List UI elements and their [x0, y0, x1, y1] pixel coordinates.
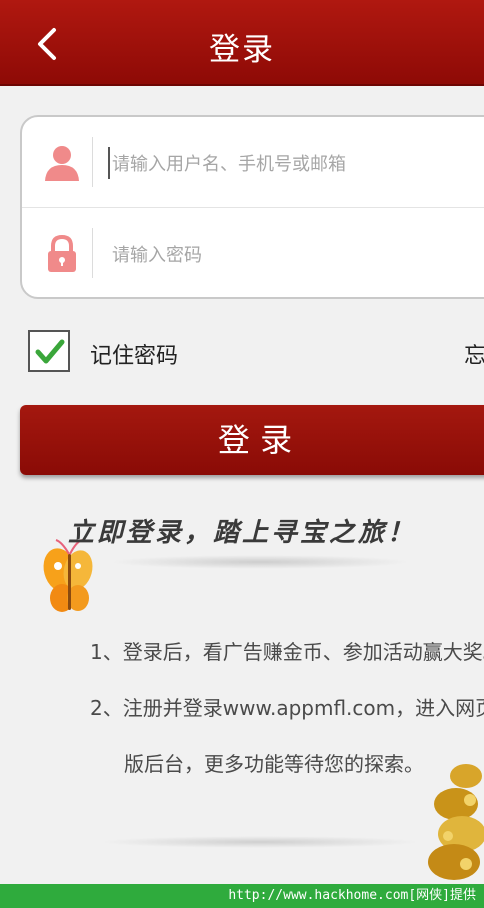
login-button[interactable]: 登 录 — [20, 405, 484, 475]
promo-underline — [110, 555, 410, 569]
remember-label: 记住密码 — [90, 344, 179, 369]
forgot-password-link[interactable]: 忘 — [464, 338, 484, 370]
remember-checkbox[interactable] — [28, 330, 70, 372]
promo-headline: 立即登录，踏上寻宝之旅！ — [67, 518, 416, 548]
field-separator — [92, 137, 93, 187]
info-line-1: 1、登录后，看广告赚金币、参加活动赢大奖。 — [90, 640, 484, 664]
gold-coins-illustration — [428, 764, 484, 880]
username-row — [22, 117, 484, 208]
bottom-divider — [100, 836, 420, 848]
watermark-bar: http://www.hackhome.com[网侠]提供 — [0, 884, 484, 908]
info-line-2: 2、注册并登录www.appmfl.com，进入网页 — [90, 696, 484, 720]
page-title: 登录 — [209, 32, 275, 68]
lock-icon — [48, 234, 76, 272]
check-icon — [35, 339, 65, 364]
password-row — [22, 208, 484, 298]
top-bar: 登录 — [0, 0, 484, 86]
login-form-panel — [20, 115, 484, 299]
info-line-3: 版后台，更多功能等待您的探索。 — [124, 752, 424, 776]
username-input[interactable] — [110, 141, 474, 187]
password-input[interactable] — [110, 232, 474, 278]
field-separator — [92, 228, 93, 278]
user-icon — [45, 146, 79, 181]
